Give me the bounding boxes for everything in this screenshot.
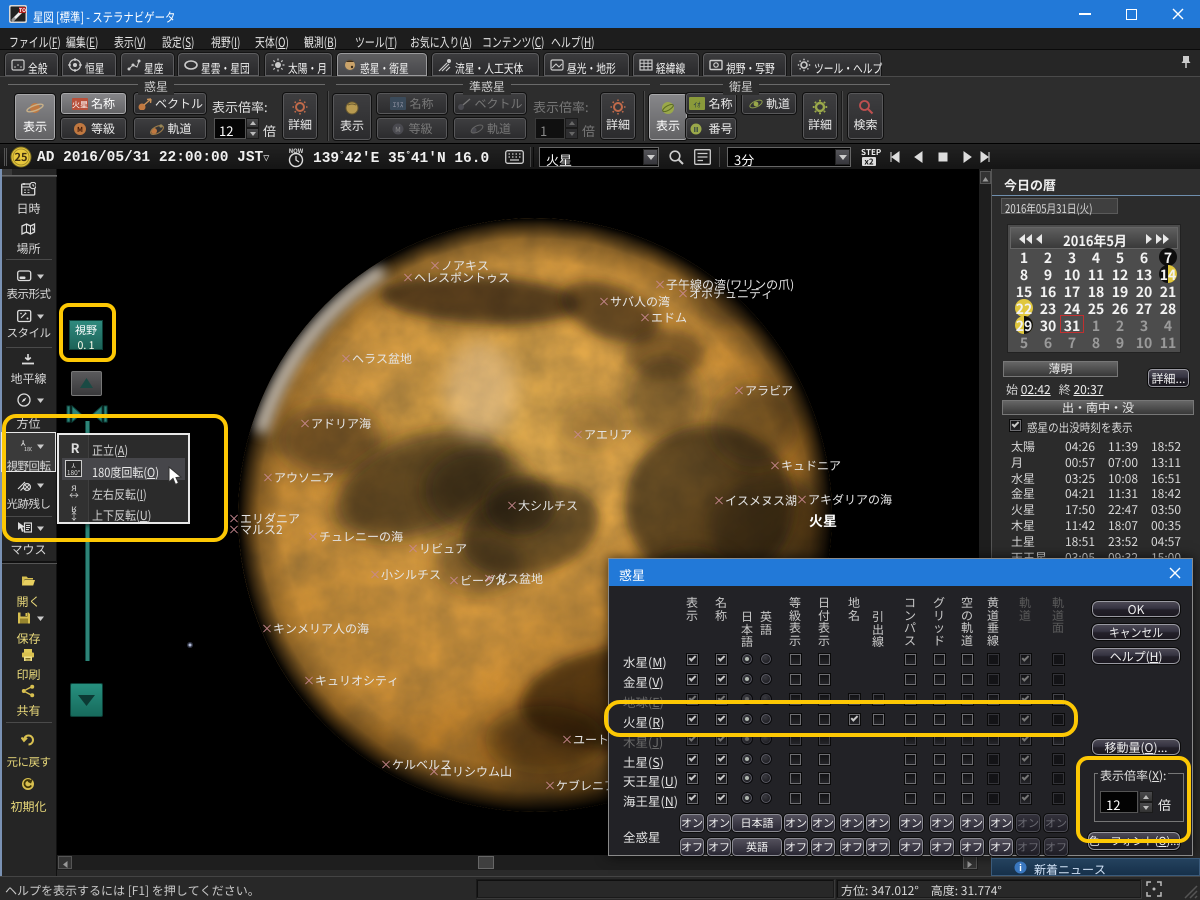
svg-text:ｲｵ: ｲｵ [694,100,702,110]
svg-text:25: 25 [15,149,28,165]
svg-text:x2: x2 [864,157,873,168]
svg-text:火星: 火星 [72,99,88,110]
svg-text:Ⅲ: Ⅲ [694,125,699,135]
svg-text:M: M [396,125,402,135]
svg-text:ｴﾘｽ: ｴﾘｽ [393,100,404,110]
svg-text:i: i [1019,861,1022,874]
svg-text:M: M [77,125,83,135]
svg-text:TO: TO [19,7,26,14]
